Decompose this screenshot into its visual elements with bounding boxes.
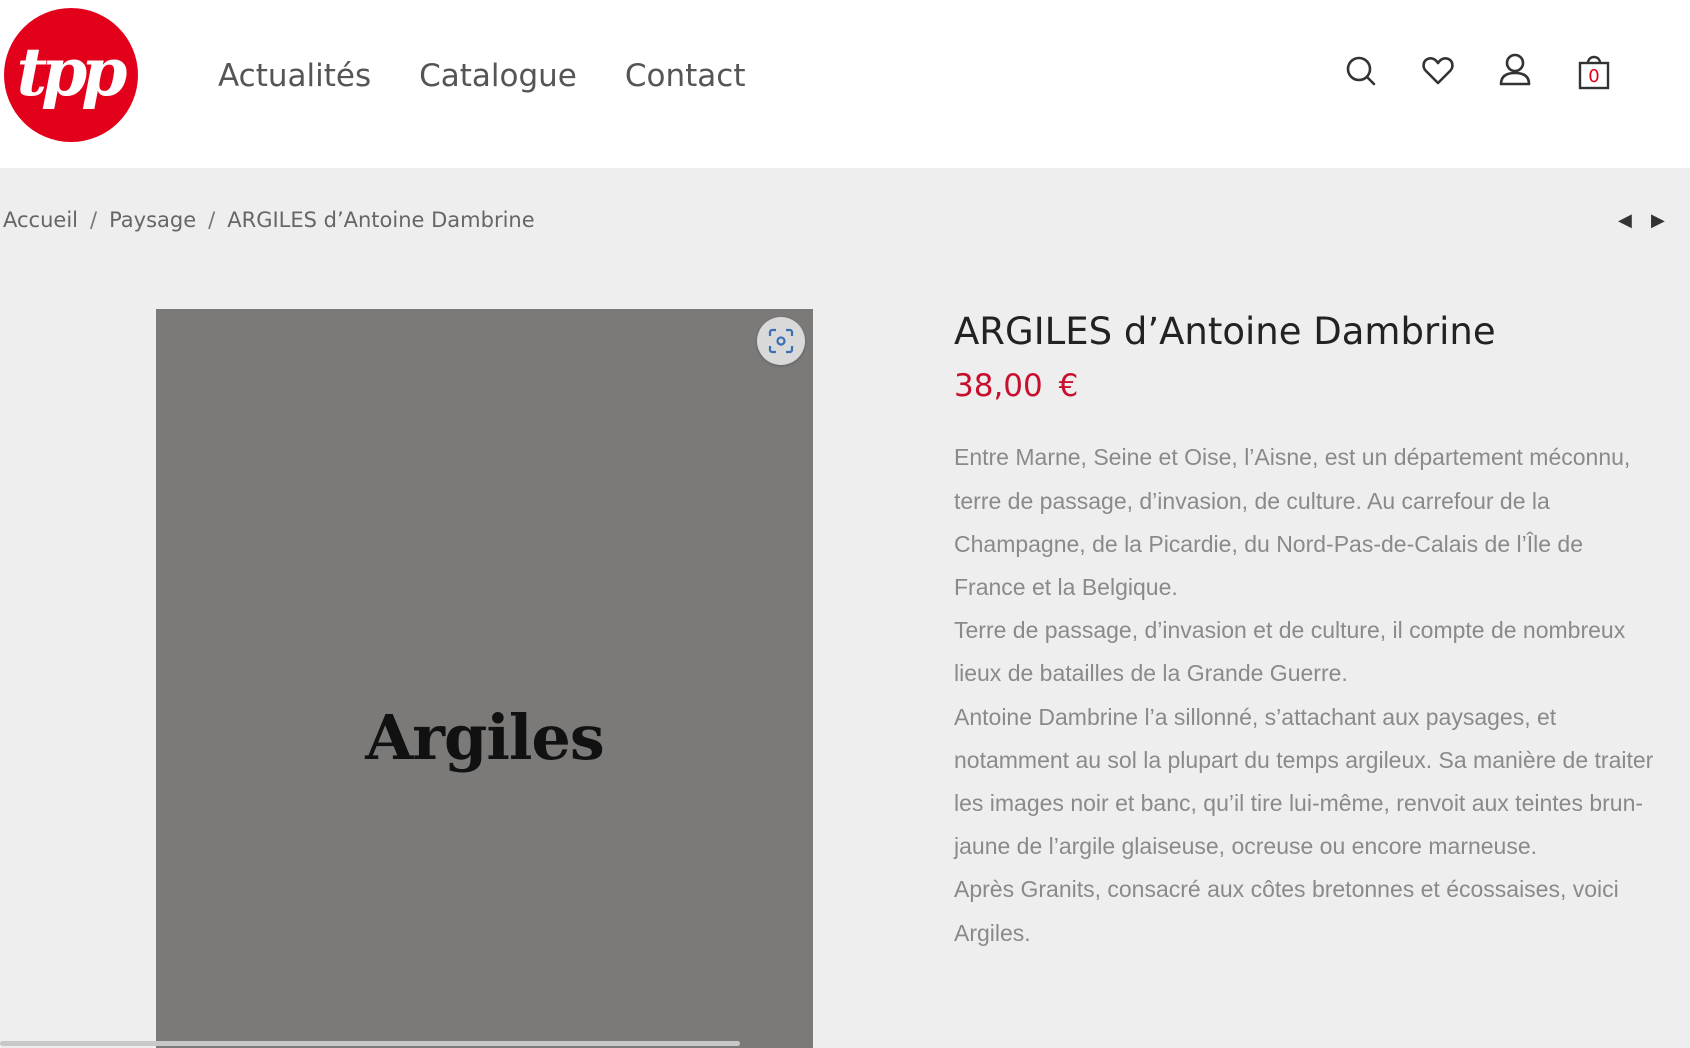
heart-icon[interactable] bbox=[1421, 52, 1455, 90]
product-image[interactable]: Argiles bbox=[156, 309, 813, 1048]
next-product-arrow-icon[interactable]: ▶ bbox=[1651, 210, 1665, 231]
zoom-icon bbox=[768, 328, 794, 354]
site-header: tpp Actualités Catalogue Contact 0 bbox=[0, 0, 1690, 168]
search-icon[interactable] bbox=[1344, 52, 1378, 90]
cover-title: Argiles bbox=[365, 701, 605, 774]
product-description: Entre Marne, Seine et Oise, l’Aisne, est… bbox=[954, 436, 1654, 954]
breadcrumb-home[interactable]: Accueil bbox=[3, 208, 78, 232]
description-paragraph: Entre Marne, Seine et Oise, l’Aisne, est… bbox=[954, 444, 1631, 600]
user-icon[interactable] bbox=[1498, 52, 1532, 90]
nav-catalogue[interactable]: Catalogue bbox=[419, 58, 577, 94]
description-paragraph: Après Granits, consacré aux côtes breton… bbox=[954, 876, 1619, 946]
description-paragraph: Antoine Dambrine l’a sillonné, s’attacha… bbox=[954, 703, 1654, 860]
nav-actualites[interactable]: Actualités bbox=[218, 58, 371, 94]
breadcrumb-separator: / bbox=[208, 208, 216, 232]
product-price: 38,00 € bbox=[954, 368, 1079, 405]
horizontal-scrollbar[interactable] bbox=[0, 1041, 740, 1046]
zoom-button[interactable] bbox=[757, 317, 805, 365]
cart-icon[interactable]: 0 bbox=[1577, 52, 1611, 90]
main-nav: Actualités Catalogue Contact bbox=[218, 58, 746, 94]
cart-count: 0 bbox=[1588, 66, 1600, 87]
prev-product-arrow-icon[interactable]: ◀ bbox=[1618, 210, 1632, 231]
product-title: ARGILES d’Antoine Dambrine bbox=[954, 310, 1496, 353]
description-paragraph: Terre de passage, d’invasion et de cultu… bbox=[954, 617, 1626, 687]
header-icons: 0 bbox=[1330, 52, 1690, 94]
breadcrumb-current: ARGILES d’Antoine Dambrine bbox=[227, 208, 535, 232]
nav-contact[interactable]: Contact bbox=[625, 58, 746, 94]
breadcrumb-separator: / bbox=[90, 208, 98, 232]
breadcrumb: Accueil / Paysage / ARGILES d’Antoine Dambri… bbox=[3, 208, 535, 232]
product-info: ARGILES d’Antoine Dambrine 38,00 € Entre… bbox=[954, 310, 1654, 955]
breadcrumb-category[interactable]: Paysage bbox=[109, 208, 196, 232]
site-logo[interactable]: tpp bbox=[4, 8, 138, 142]
logo-text: tpp bbox=[16, 33, 128, 111]
